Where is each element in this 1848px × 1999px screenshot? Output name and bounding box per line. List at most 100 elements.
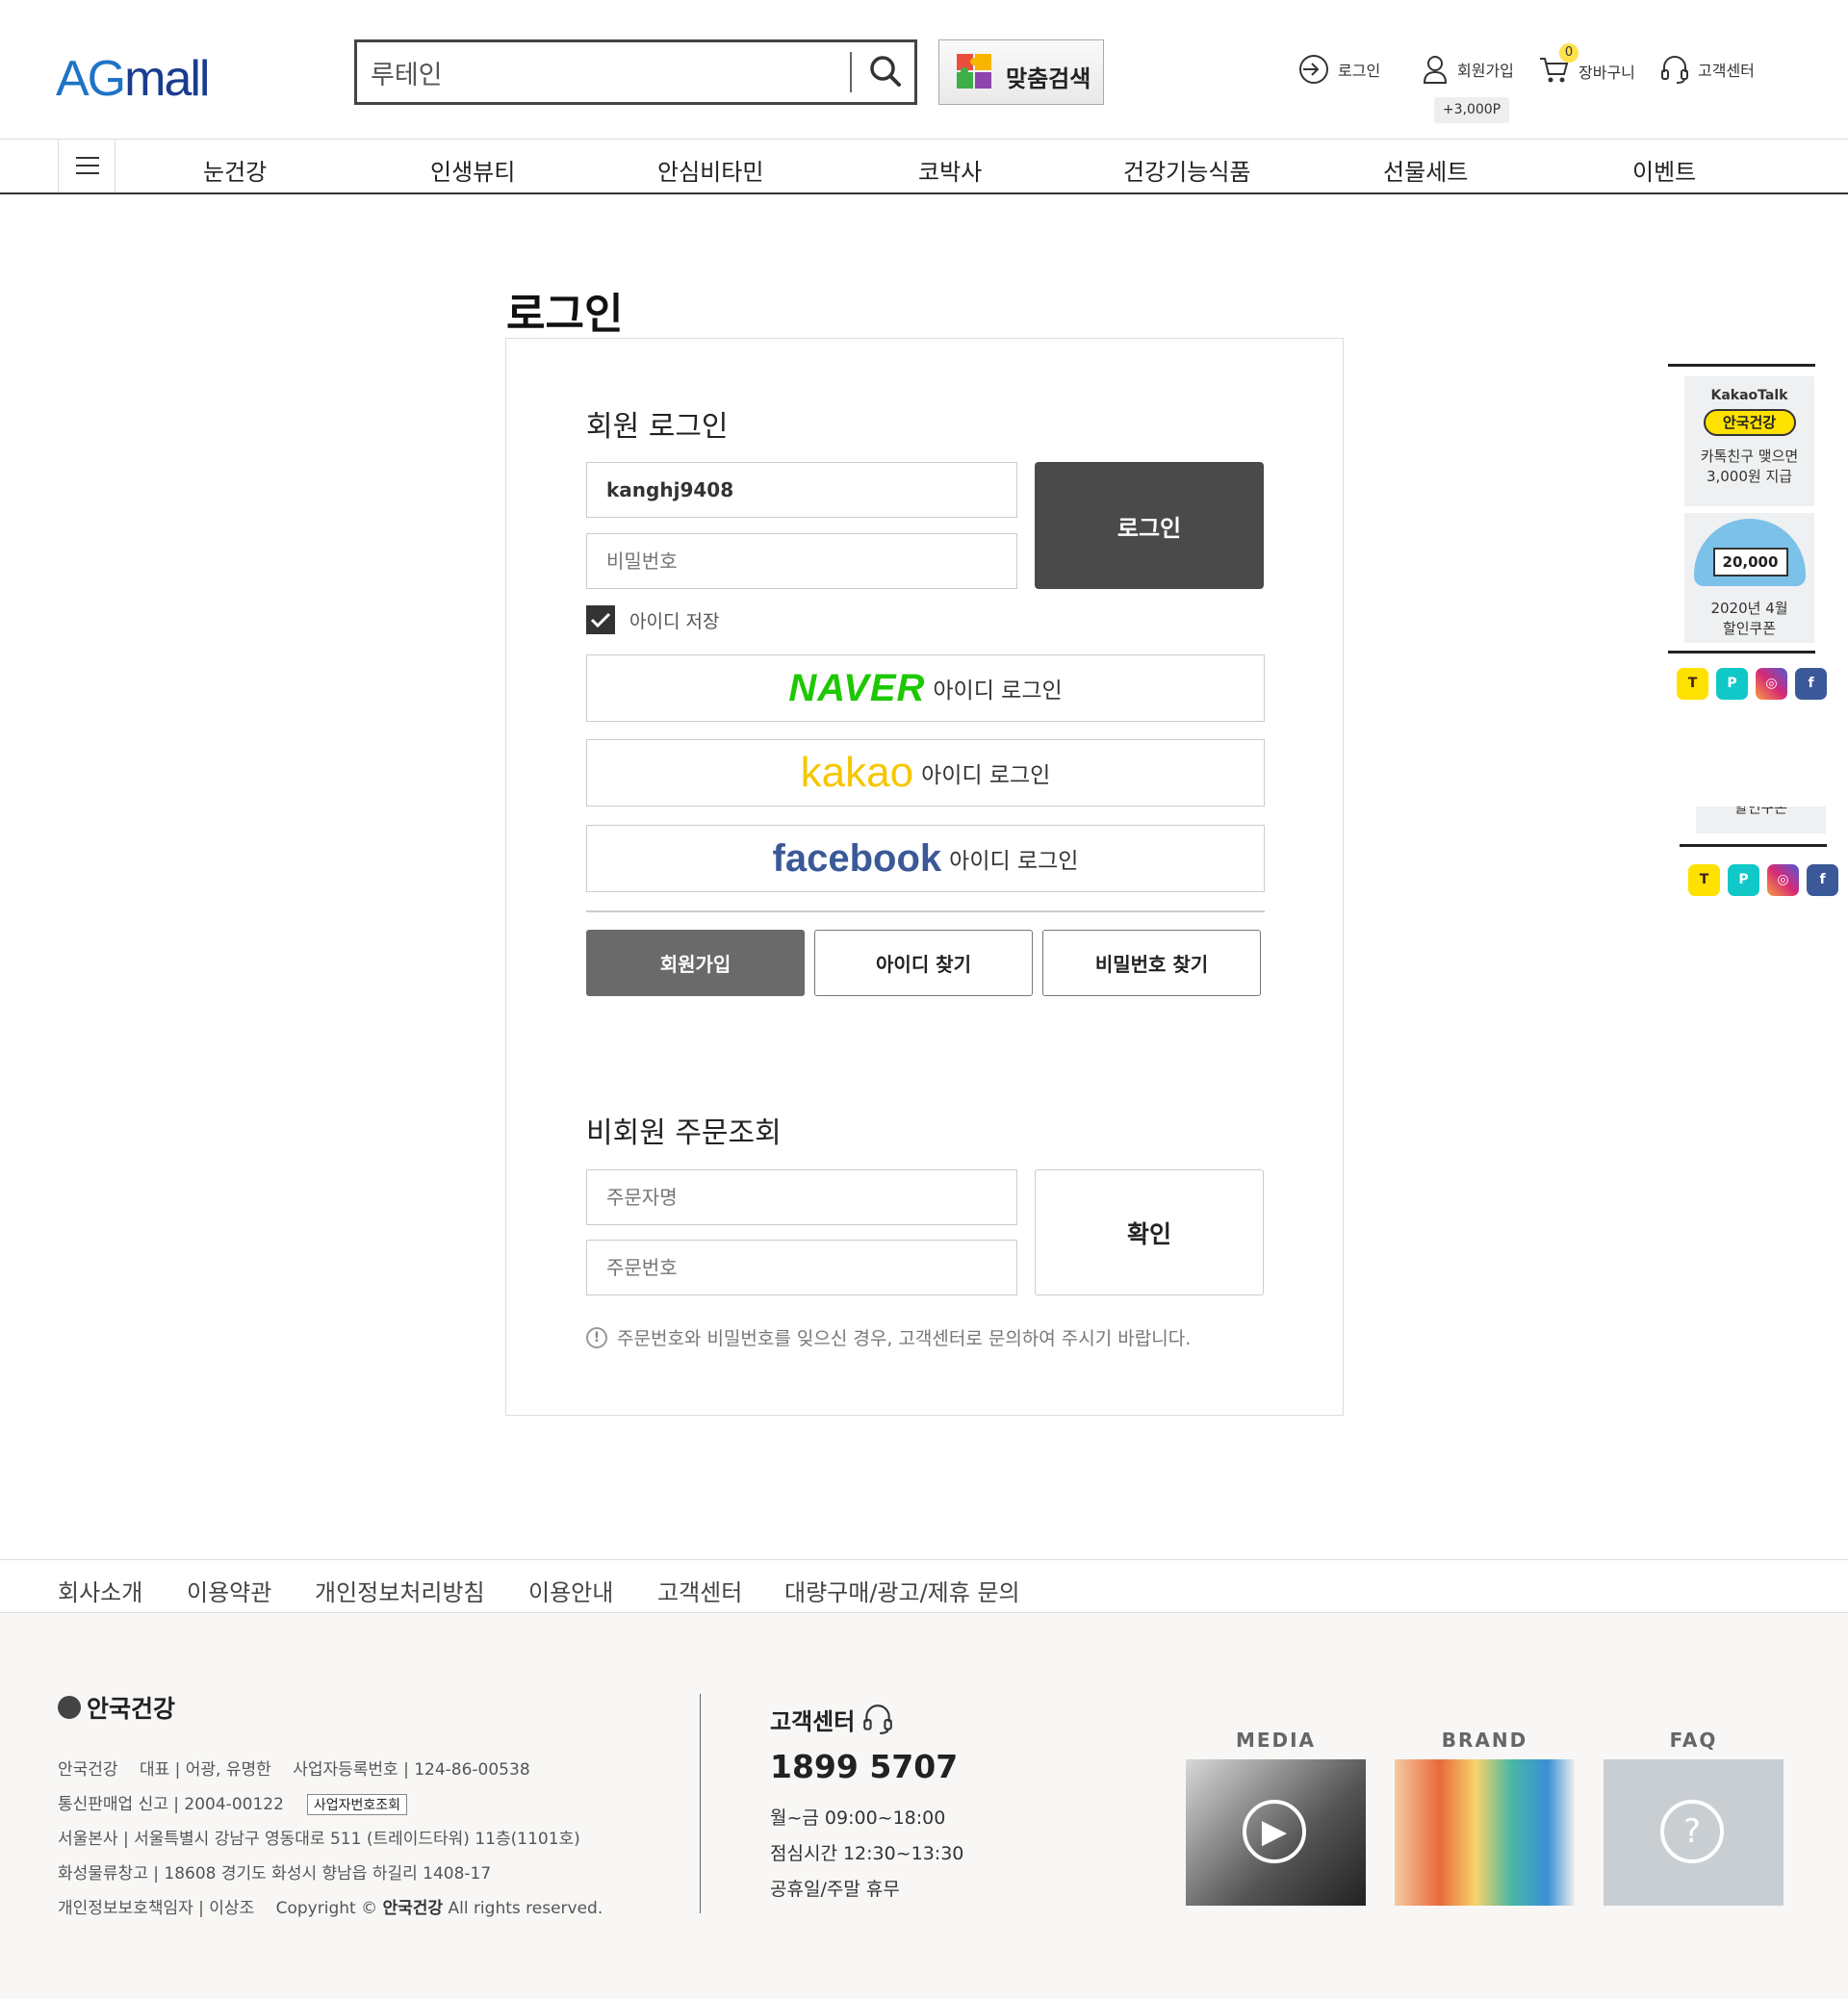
copyright-prefix: 개인정보보호책임자 | 이상조 Copyright © — [58, 1899, 383, 1918]
agmall-logo[interactable]: AGmall — [56, 50, 210, 108]
footer-link-company[interactable]: 회사소개 — [58, 1574, 142, 1607]
company-info-line2: 통신판매업 신고 | 2004-00122 사업자번호조회 — [58, 1790, 408, 1815]
search-input[interactable] — [371, 52, 833, 92]
search-icon — [870, 56, 901, 87]
footer-links: 회사소개 이용약관 개인정보처리방침 이용안내 고객센터 대량구매/광고/제휴 … — [0, 1559, 1848, 1613]
instagram-icon[interactable]: ◎ — [1767, 864, 1799, 896]
nav-item-vitamin[interactable]: 안심비타민 — [657, 153, 763, 187]
page-title: 로그인 — [506, 290, 624, 339]
search-button[interactable] — [862, 48, 911, 96]
login-icon — [1299, 55, 1328, 84]
biz-number-lookup-button[interactable]: 사업자번호조회 — [306, 1794, 408, 1815]
util-join-link[interactable]: 회원가입 — [1421, 53, 1514, 86]
company-info-line3: 서울본사 | 서울특별시 강남구 영동대로 511 (트레이드타워) 11층(1… — [58, 1830, 580, 1849]
site-header: AGmall 맞춤검색 로그인 — [0, 0, 1848, 140]
footer-link-terms[interactable]: 이용약관 — [187, 1574, 271, 1607]
brand-pill: 안국건강 — [1703, 409, 1796, 436]
password-input[interactable] — [587, 534, 1016, 588]
media-thumbnail: ▶ — [1186, 1759, 1366, 1906]
faq-thumbnail: ? — [1604, 1759, 1784, 1906]
company-info-line5: 개인정보보호책임자 | 이상조 Copyright © 안국건강 All rig… — [58, 1894, 603, 1918]
order-number-input[interactable] — [587, 1241, 1016, 1294]
join-button[interactable]: 회원가입 — [586, 930, 805, 996]
kakao-login-button[interactable]: kakao 아이디 로그인 — [586, 739, 1265, 807]
cs-holiday: 공휴일/주말 휴무 — [770, 1879, 900, 1900]
talk-icon[interactable]: T — [1677, 668, 1708, 700]
footer-link-privacy[interactable]: 개인정보처리방침 — [315, 1574, 485, 1607]
facebook-login-label: 아이디 로그인 — [949, 849, 1079, 874]
util-login-link[interactable]: 로그인 — [1297, 53, 1380, 86]
kakao-card-line1: 카톡친구 맺으면 — [1700, 448, 1799, 465]
join-point-badge: +3,000P — [1434, 97, 1509, 123]
facebook-login-button[interactable]: facebook 아이디 로그인 — [586, 825, 1265, 892]
member-login-title: 회원 로그인 — [586, 410, 729, 444]
hamburger-menu-button[interactable] — [58, 140, 116, 192]
faq-label: FAQ — [1669, 1729, 1718, 1752]
save-id-checkbox[interactable] — [586, 605, 615, 634]
order-number-field — [586, 1240, 1017, 1295]
play-icon: ▶ — [1243, 1800, 1306, 1863]
util-login-label: 로그인 — [1338, 62, 1381, 80]
login-button[interactable]: 로그인 — [1035, 462, 1264, 589]
ghost-line — [1680, 844, 1827, 847]
ghost-sns-links: T P ◎ f — [1688, 864, 1838, 896]
hamburger-icon-line — [76, 157, 99, 159]
nav-item-gift-set[interactable]: 선물세트 — [1383, 153, 1468, 187]
naver-login-button[interactable]: NAVER 아이디 로그인 — [586, 654, 1265, 722]
nav-item-health-food[interactable]: 건강기능식품 — [1123, 153, 1250, 187]
notice-text: 주문번호와 비밀번호를 잊으신 경우, 고객센터로 문의하여 주시기 바랍니다. — [617, 1328, 1192, 1349]
coupon-graphic: 20,000 — [1693, 519, 1806, 586]
user-icon — [1423, 56, 1448, 84]
company-logo-text: 안국건강 — [87, 1695, 176, 1723]
kakao-logo: kakao — [800, 749, 914, 796]
cs-phone: 1899 5707 — [770, 1748, 959, 1785]
footer-link-partnership[interactable]: 대량구매/광고/제휴 문의 — [784, 1574, 1020, 1607]
search-divider — [850, 52, 852, 92]
coupon-line1: 2020년 4월 — [1710, 600, 1788, 617]
footer-link-cs[interactable]: 고객센터 — [657, 1574, 742, 1607]
checkmark-icon — [590, 612, 611, 628]
custom-search-button[interactable]: 맞춤검색 — [938, 39, 1104, 105]
media-box[interactable]: MEDIA ▶ — [1186, 1729, 1366, 1906]
divider — [586, 910, 1265, 912]
search-box — [354, 39, 917, 105]
find-id-button[interactable]: 아이디 찾기 — [814, 930, 1033, 996]
puzzle-icon — [957, 54, 991, 89]
orderer-field — [586, 1169, 1017, 1225]
instagram-icon[interactable]: ◎ — [1756, 668, 1787, 700]
nav-item-beauty[interactable]: 인생뷰티 — [430, 153, 515, 187]
kakaotalk-title: KakaoTalk — [1710, 388, 1788, 403]
coupon-amount: 20,000 — [1712, 548, 1788, 577]
sns-links: T P ◎ f — [1677, 668, 1827, 700]
confirm-button[interactable]: 확인 — [1035, 1169, 1264, 1295]
main-nav: 눈건강 인생뷰티 안심비타민 코박사 건강기능식품 선물세트 이벤트 — [0, 140, 1848, 194]
util-cart-link[interactable]: 0 장바구니 — [1538, 43, 1635, 90]
facebook-icon[interactable]: f — [1807, 864, 1838, 896]
id-input[interactable] — [587, 463, 1016, 517]
cs-title: 고객센터 — [770, 1702, 895, 1736]
nav-item-kobaksa[interactable]: 코박사 — [918, 153, 982, 187]
coupon-line2: 할인쿠폰 — [1722, 620, 1777, 637]
facebook-icon[interactable]: f — [1795, 668, 1827, 700]
ghost-coupon-text: 할인쿠폰 — [1733, 807, 1788, 816]
notice: ! 주문번호와 비밀번호를 잊으신 경우, 고객센터로 문의하여 주시기 바랍니… — [586, 1324, 1191, 1350]
naver-logo: NAVER — [788, 666, 926, 709]
nav-item-event[interactable]: 이벤트 — [1632, 153, 1696, 187]
util-cs-link[interactable]: 고객센터 — [1659, 53, 1755, 86]
brand-box[interactable]: BRAND — [1395, 1729, 1575, 1906]
talk-icon[interactable]: T — [1688, 864, 1720, 896]
hamburger-icon-line — [76, 165, 99, 167]
kakao-friend-card[interactable]: KakaoTalk 안국건강 카톡친구 맺으면 3,000원 지급 — [1684, 376, 1814, 506]
footer-link-guide[interactable]: 이용안내 — [528, 1574, 613, 1607]
p-icon[interactable]: P — [1716, 668, 1748, 700]
coupon-card[interactable]: 20,000 2020년 4월 할인쿠폰 — [1684, 513, 1814, 643]
util-cart-label: 장바구니 — [1578, 64, 1635, 82]
site-footer: 안국건강 안국건강 대표 | 어광, 유명한 사업자등록번호 | 124-86-… — [0, 1613, 1848, 1999]
faq-box[interactable]: FAQ ? — [1604, 1729, 1784, 1906]
brand-thumbnail — [1395, 1759, 1575, 1906]
question-icon: ? — [1660, 1800, 1724, 1863]
find-password-button[interactable]: 비밀번호 찾기 — [1042, 930, 1261, 996]
nav-item-eye-health[interactable]: 눈건강 — [203, 153, 267, 187]
p-icon[interactable]: P — [1728, 864, 1759, 896]
orderer-name-input[interactable] — [587, 1170, 1016, 1224]
